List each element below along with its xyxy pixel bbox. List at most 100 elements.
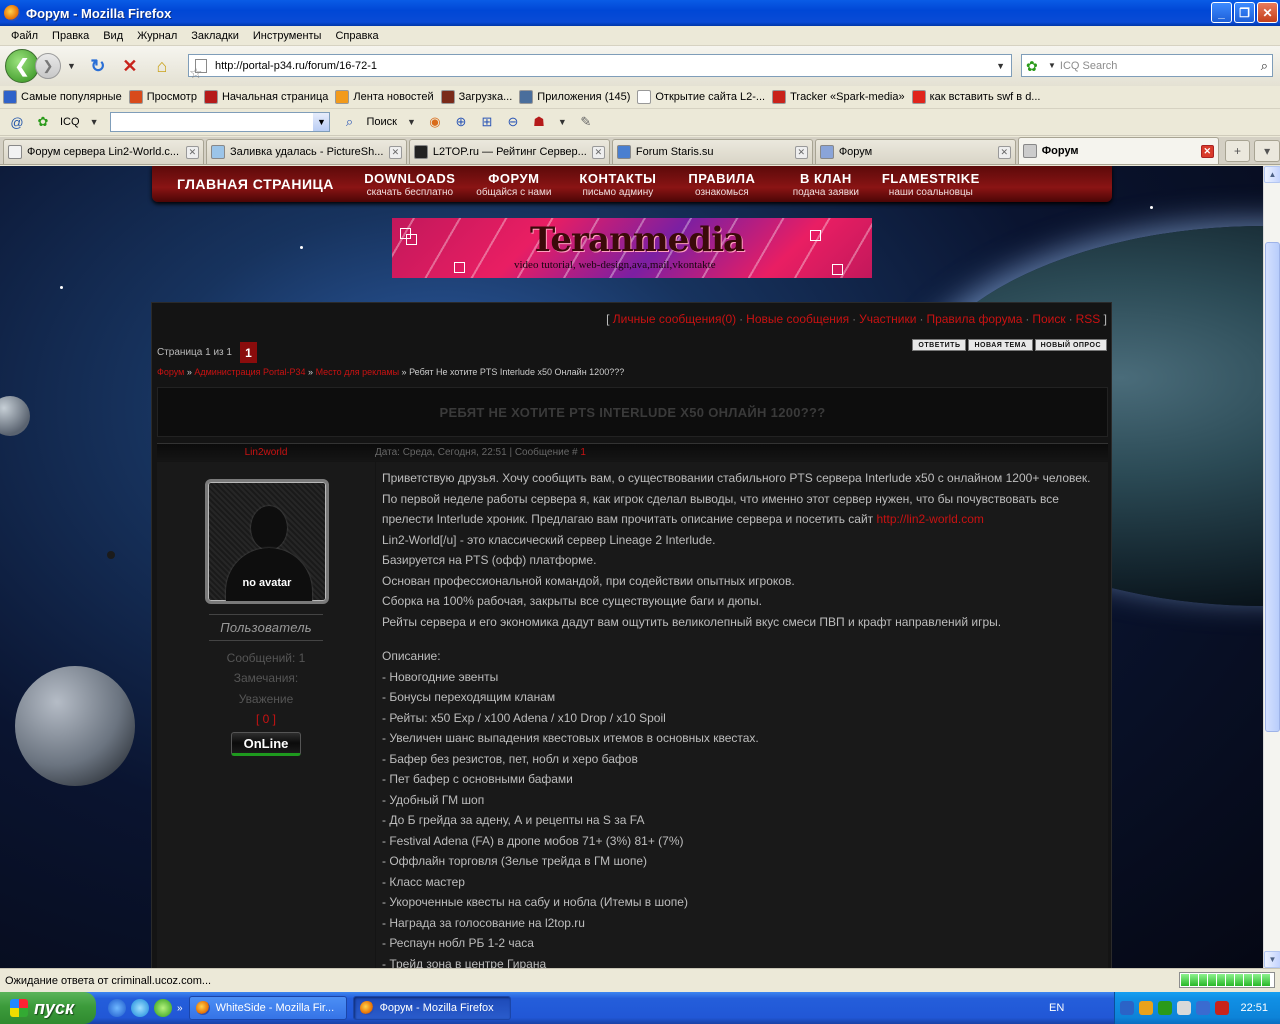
- eraser-icon[interactable]: ✎: [577, 113, 595, 131]
- tab-list-icon[interactable]: ▾: [1254, 140, 1280, 162]
- forum-top-link[interactable]: Участники: [859, 312, 916, 326]
- tab-2[interactable]: Заливка удалась - PictureSh... ✕: [205, 139, 407, 164]
- history-dropdown-icon[interactable]: ▼: [67, 61, 76, 71]
- site-nav-title[interactable]: В КЛАН: [778, 171, 874, 186]
- at-icon[interactable]: @: [8, 113, 26, 131]
- bookmark-star-icon[interactable]: ☆: [189, 64, 202, 82]
- vertical-scrollbar[interactable]: ▲ ▼: [1263, 166, 1280, 968]
- home-icon[interactable]: ⌂: [151, 55, 173, 77]
- scroll-up-icon[interactable]: ▲: [1264, 166, 1280, 183]
- tab-1[interactable]: Форум сервера Lin2-World.c... ✕: [3, 139, 204, 164]
- new-tab-icon[interactable]: +: [1224, 140, 1251, 162]
- breadcrumb-administration[interactable]: Администрация Portal-P34: [194, 367, 305, 377]
- maximize-button[interactable]: ❐: [1234, 2, 1255, 23]
- tab-label[interactable]: Форум сервера Lin2-World.c...: [27, 146, 186, 158]
- close-tab-icon[interactable]: ✕: [185, 145, 199, 159]
- search-box[interactable]: ✿ ▼ ICQ Search ⌕: [1021, 54, 1273, 77]
- ie-icon[interactable]: [108, 999, 126, 1017]
- network-icon[interactable]: [1177, 1001, 1191, 1015]
- icq-search-label[interactable]: Поиск: [366, 116, 396, 128]
- task-item-forum[interactable]: Форум - Mozilla Firefox: [352, 996, 511, 1020]
- site-nav-title[interactable]: DOWNLOADS: [362, 171, 458, 186]
- icq-dropdown-icon[interactable]: ▼: [90, 117, 99, 127]
- menu-file[interactable]: Файл: [4, 30, 45, 42]
- site-nav-item[interactable]: FLAMESTRIKE наши соальновцы: [882, 171, 980, 198]
- skype-icon[interactable]: [131, 999, 149, 1017]
- tab-label[interactable]: Заливка удалась - PictureSh...: [230, 146, 389, 158]
- icq-flower-icon[interactable]: ✿: [34, 113, 52, 131]
- search-placeholder[interactable]: ICQ Search: [1060, 60, 1261, 72]
- forum-top-link[interactable]: Правила форума: [926, 312, 1022, 326]
- new-poll-button[interactable]: НОВЫЙ ОПРОС: [1034, 339, 1107, 351]
- user-respect-value[interactable]: [ 0 ]: [157, 712, 375, 726]
- task-item-whiteside[interactable]: WhiteSide - Mozilla Fir...: [188, 996, 347, 1020]
- tab-label[interactable]: Форум: [1042, 145, 1201, 157]
- zoom-fit-icon[interactable]: ⊞: [478, 113, 496, 131]
- reply-button[interactable]: ОТВЕТИТЬ: [912, 339, 967, 351]
- search-icon[interactable]: ⌕: [1261, 58, 1268, 74]
- more-icon[interactable]: »: [177, 1003, 183, 1014]
- shield-icon[interactable]: [1215, 1001, 1229, 1015]
- close-tab-icon[interactable]: ✕: [591, 145, 605, 159]
- start-button[interactable]: пуск: [0, 992, 96, 1024]
- url-text[interactable]: http://portal-p34.ru/forum/16-72-1: [215, 60, 996, 72]
- bookmark-item[interactable]: Загрузка...: [440, 90, 513, 104]
- forum-top-link[interactable]: Новые сообщения: [746, 312, 849, 326]
- menu-tools[interactable]: Инструменты: [246, 30, 329, 42]
- tab-6[interactable]: Форум ✕: [1017, 137, 1219, 164]
- bookmark-label[interactable]: Tracker «Spark-media»: [790, 91, 905, 103]
- tab-3[interactable]: L2TOP.ru — Рейтинг Сервер... ✕: [408, 139, 610, 164]
- page-number-1[interactable]: 1: [239, 342, 257, 363]
- search-icon[interactable]: ⌕: [340, 113, 358, 131]
- stop-icon[interactable]: ✕: [119, 55, 141, 77]
- scrollbar-thumb[interactable]: [1265, 242, 1280, 732]
- bookmark-item[interactable]: как вставить swf в d...: [911, 90, 1040, 104]
- menu-view[interactable]: Вид: [96, 30, 130, 42]
- icq-flower-icon[interactable]: ✿: [1026, 58, 1044, 74]
- icq-icon[interactable]: [154, 999, 172, 1017]
- post-author[interactable]: Lin2world: [157, 447, 375, 458]
- forum-top-link[interactable]: Личные сообщения(0): [613, 312, 736, 326]
- search-engine-dropdown-icon[interactable]: ▼: [1048, 61, 1056, 70]
- site-nav-title[interactable]: ПРАВИЛА: [674, 171, 770, 186]
- menu-bookmarks[interactable]: Закладки: [184, 30, 246, 42]
- tab-label[interactable]: L2TOP.ru — Рейтинг Сервер...: [433, 146, 592, 158]
- bookmark-item[interactable]: Начальная страница: [203, 90, 328, 104]
- zoom-in-icon[interactable]: ⊕: [452, 113, 470, 131]
- site-nav-item[interactable]: ФОРУМ общайся с нами: [466, 171, 562, 198]
- site-nav-item[interactable]: КОНТАКТЫ письмо админу: [570, 171, 666, 198]
- volume-icon[interactable]: [1196, 1001, 1210, 1015]
- bookmark-label[interactable]: Приложения (145): [537, 91, 630, 103]
- icq-search-input[interactable]: ▼: [110, 112, 331, 132]
- close-tab-icon[interactable]: ✕: [794, 145, 808, 159]
- search-dropdown-icon[interactable]: ▼: [407, 117, 416, 127]
- site-nav-item[interactable]: ПРАВИЛА ознакомься: [674, 171, 770, 198]
- bookmark-item[interactable]: Приложения (145): [519, 90, 630, 104]
- close-tab-icon[interactable]: ✕: [1200, 144, 1214, 158]
- bookmark-label[interactable]: Самые популярные: [21, 91, 122, 103]
- forum-top-link[interactable]: Поиск: [1032, 312, 1065, 326]
- breadcrumb-ads[interactable]: Место для рекламы: [316, 367, 399, 377]
- address-bar[interactable]: http://portal-p34.ru/forum/16-72-1 ☆ ▼: [188, 54, 1012, 82]
- bookmark-label[interactable]: Открытие сайта L2-...: [655, 91, 765, 103]
- tab-label[interactable]: Форум: [839, 146, 998, 158]
- zoom-out-icon[interactable]: ⊖: [504, 113, 522, 131]
- minimize-button[interactable]: _: [1211, 2, 1232, 23]
- bookmark-label[interactable]: Лента новостей: [353, 91, 433, 103]
- site-nav-title[interactable]: ФОРУМ: [466, 171, 562, 186]
- icq-label[interactable]: ICQ: [60, 116, 80, 128]
- back-button[interactable]: ❮: [5, 49, 39, 83]
- bookmark-label[interactable]: Загрузка...: [459, 91, 513, 103]
- forward-button[interactable]: ❯: [35, 53, 61, 79]
- tab-label[interactable]: Forum Staris.su: [636, 146, 795, 158]
- site-nav-title[interactable]: КОНТАКТЫ: [570, 171, 666, 186]
- server-site-link[interactable]: http://lin2-world.com: [876, 512, 983, 526]
- arrow-icon[interactable]: [1120, 1001, 1134, 1015]
- teranmedia-banner[interactable]: Teranmedia video tutorial, web-design,av…: [392, 218, 872, 278]
- user-dropdown-icon[interactable]: ▼: [558, 117, 567, 127]
- bookmark-label[interactable]: Просмотр: [147, 91, 197, 103]
- site-nav-title[interactable]: FLAMESTRIKE: [882, 171, 980, 186]
- new-topic-button[interactable]: НОВАЯ ТЕМА: [968, 339, 1033, 351]
- site-nav-item[interactable]: В КЛАН подача заявки: [778, 171, 874, 198]
- close-window-button[interactable]: ✕: [1257, 2, 1278, 23]
